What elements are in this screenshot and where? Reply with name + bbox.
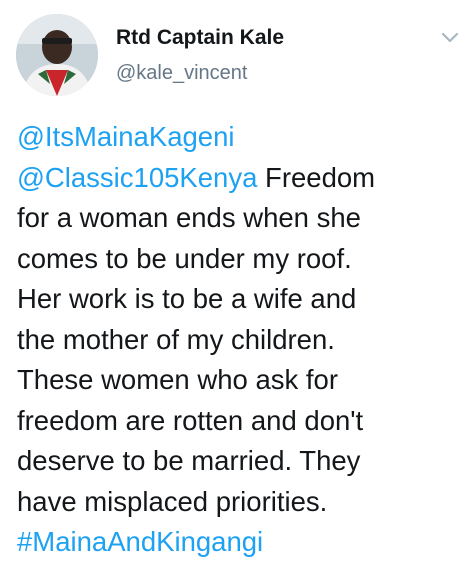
tweet-line: Her work is to be a wife and — [17, 283, 357, 314]
tweet-line: deserve to be married. They — [17, 445, 361, 476]
profile-photo-icon — [16, 14, 98, 96]
avatar[interactable] — [16, 14, 98, 96]
tweet-line: have misplaced priorities. — [17, 485, 328, 517]
tweet-text: @ItsMainaKageni @Classic105Kenya Freedom… — [17, 117, 457, 563]
user-handle[interactable]: @kale_vincent — [116, 62, 247, 85]
tweet-line: freedom are rotten and don't — [17, 404, 364, 436]
tweet-text-segment: Freedom — [257, 161, 376, 193]
display-name[interactable]: Rtd Captain Kale — [116, 26, 284, 50]
hashtag-link[interactable]: #MainaAndKingangi — [17, 526, 263, 557]
tweet-line: These women who ask for — [17, 364, 338, 395]
tweet-line: for a woman ends when she — [17, 202, 361, 233]
mention-link[interactable]: @ItsMainaKageni — [17, 121, 234, 152]
tweet-line: the mother of my children. — [17, 323, 335, 355]
tweet-line: #MainaAndKingangi — [17, 522, 457, 563]
tweet-line: @ItsMainaKageni — [17, 117, 457, 158]
tweet-card: Rtd Captain Kale @kale_vincent @ItsMaina… — [0, 0, 466, 580]
tweet-line: @Classic105Kenya Freedom — [17, 158, 457, 199]
mention-link[interactable]: @Classic105Kenya — [17, 162, 257, 193]
tweet-line: comes to be under my roof. — [17, 242, 352, 274]
chevron-down-icon[interactable] — [440, 30, 460, 46]
